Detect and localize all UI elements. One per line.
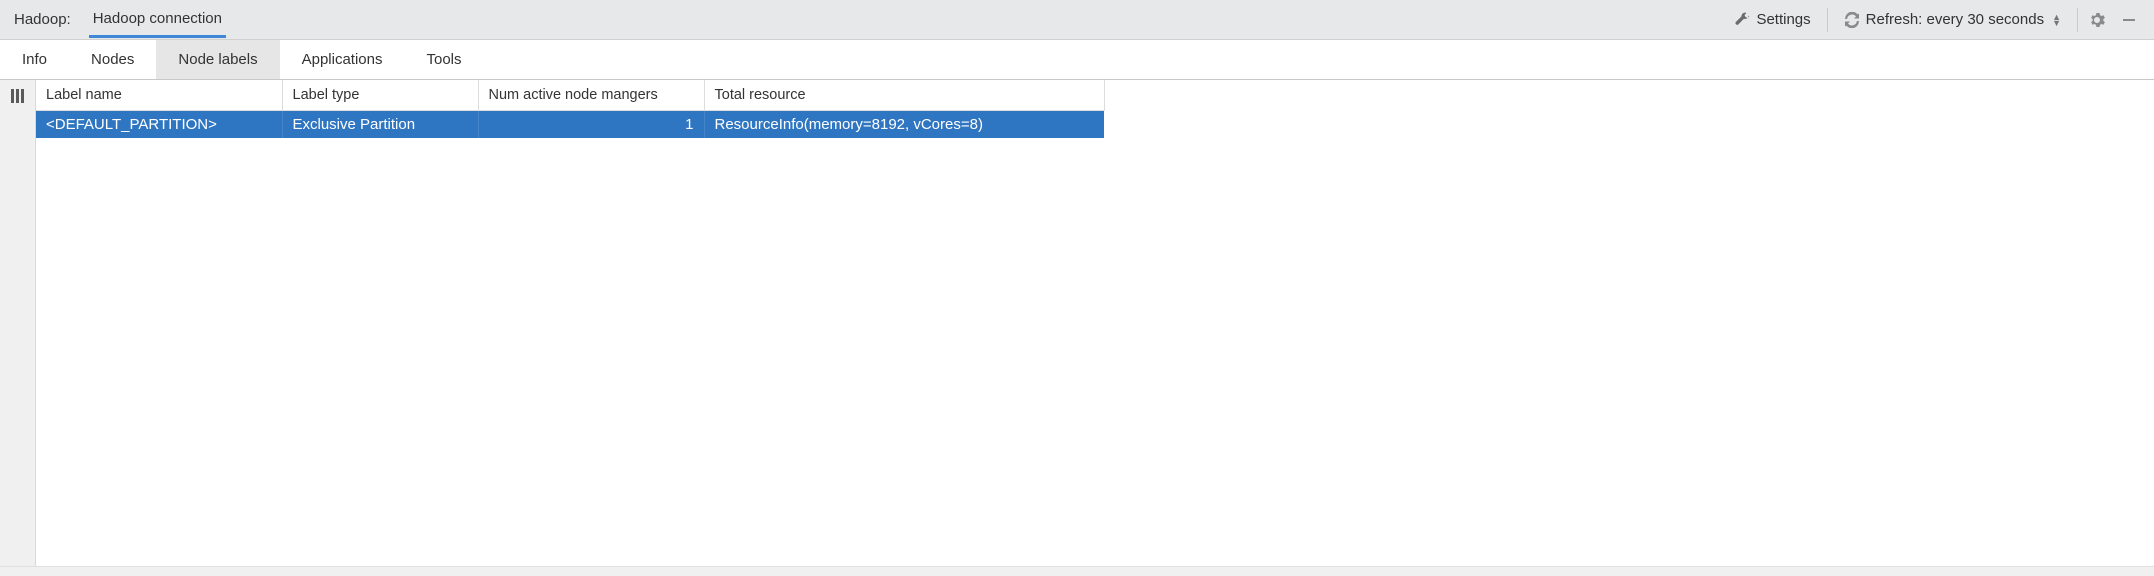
cell-total-resource: ResourceInfo(memory=8192, vCores=8) bbox=[704, 110, 1104, 138]
toolbar-divider bbox=[1827, 8, 1828, 32]
tab-node-labels[interactable]: Node labels bbox=[156, 40, 279, 79]
content-area: Label name Label type Num active node ma… bbox=[0, 80, 2154, 576]
cell-label-name: <DEFAULT_PARTITION> bbox=[36, 110, 282, 138]
col-header-total-resource[interactable]: Total resource bbox=[704, 80, 1104, 110]
refresh-label: Refresh: every 30 seconds bbox=[1866, 11, 2044, 28]
cell-label-type: Exclusive Partition bbox=[282, 110, 478, 138]
node-labels-table: Label name Label type Num active node ma… bbox=[36, 80, 1105, 138]
col-header-num-active[interactable]: Num active node mangers bbox=[478, 80, 704, 110]
header-label: Hadoop: bbox=[14, 11, 71, 28]
connection-tab[interactable]: Hadoop connection bbox=[89, 2, 226, 38]
col-header-label-name[interactable]: Label name bbox=[36, 80, 282, 110]
minimize-icon bbox=[2122, 13, 2136, 27]
table-row[interactable]: <DEFAULT_PARTITION> Exclusive Partition … bbox=[36, 110, 1104, 138]
refresh-icon bbox=[1844, 12, 1860, 28]
toolbar-divider-2 bbox=[2077, 8, 2078, 32]
minimize-button[interactable] bbox=[2116, 7, 2142, 33]
header-left: Hadoop: Hadoop connection bbox=[14, 2, 1724, 37]
table-container: Label name Label type Num active node ma… bbox=[36, 80, 2154, 576]
tab-applications[interactable]: Applications bbox=[280, 40, 405, 79]
cell-num-active: 1 bbox=[478, 110, 704, 138]
tabs-bar: Info Nodes Node labels Applications Tool… bbox=[0, 40, 2154, 80]
left-gutter[interactable] bbox=[0, 80, 36, 576]
tab-nodes[interactable]: Nodes bbox=[69, 40, 156, 79]
bottom-bar bbox=[0, 566, 2154, 576]
tab-info[interactable]: Info bbox=[0, 40, 69, 79]
gear-button[interactable] bbox=[2084, 7, 2110, 33]
columns-icon bbox=[10, 88, 26, 104]
stepper-icon[interactable]: ▲ ▼ bbox=[2052, 14, 2061, 26]
settings-button[interactable]: Settings bbox=[1724, 5, 1820, 34]
gear-icon bbox=[2089, 12, 2105, 28]
wrench-icon bbox=[1734, 12, 1750, 28]
header-toolbar: Settings Refresh: every 30 seconds ▲ ▼ bbox=[1724, 5, 2142, 34]
header-bar: Hadoop: Hadoop connection Settings Refre… bbox=[0, 0, 2154, 40]
tab-tools[interactable]: Tools bbox=[405, 40, 484, 79]
col-header-label-type[interactable]: Label type bbox=[282, 80, 478, 110]
table-header-row: Label name Label type Num active node ma… bbox=[36, 80, 1104, 110]
settings-label: Settings bbox=[1756, 11, 1810, 28]
refresh-button[interactable]: Refresh: every 30 seconds ▲ ▼ bbox=[1834, 5, 2071, 34]
